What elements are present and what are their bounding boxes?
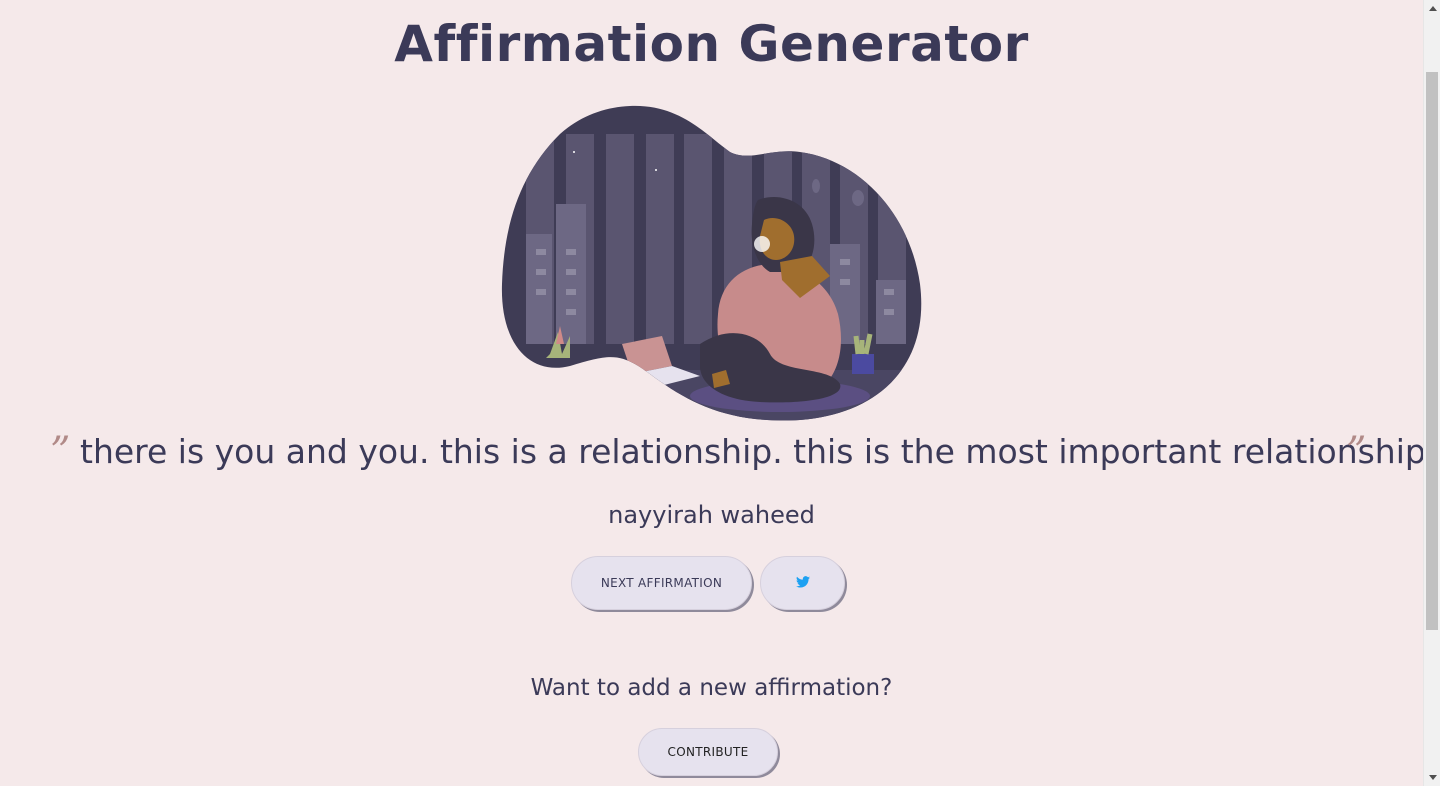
affirmation-author: nayyirah waheed <box>608 501 815 529</box>
page: Affirmation Generator ” there is you and… <box>0 0 1437 786</box>
close-quote-icon: ” <box>1346 429 1367 475</box>
affirmation-quote: ” there is you and you. this is a relati… <box>0 428 1437 476</box>
hero-illustration <box>500 104 924 422</box>
open-quote-icon: ” <box>50 429 71 475</box>
tweet-button[interactable] <box>760 556 845 610</box>
scroll-up-icon[interactable] <box>1424 0 1440 17</box>
affirmation-text: there is you and you. this is a relation… <box>80 432 1437 471</box>
next-affirmation-button[interactable]: NEXT AFFIRMATION <box>571 556 752 610</box>
contribute-button[interactable]: CONTRIBUTE <box>638 728 778 776</box>
contribute-question: Want to add a new affirmation? <box>530 675 893 701</box>
page-title: Affirmation Generator <box>394 15 1029 73</box>
scroll-down-icon[interactable] <box>1424 769 1440 786</box>
twitter-icon <box>795 575 810 591</box>
vertical-scrollbar[interactable] <box>1423 0 1440 786</box>
scrollbar-thumb[interactable] <box>1426 72 1438 630</box>
